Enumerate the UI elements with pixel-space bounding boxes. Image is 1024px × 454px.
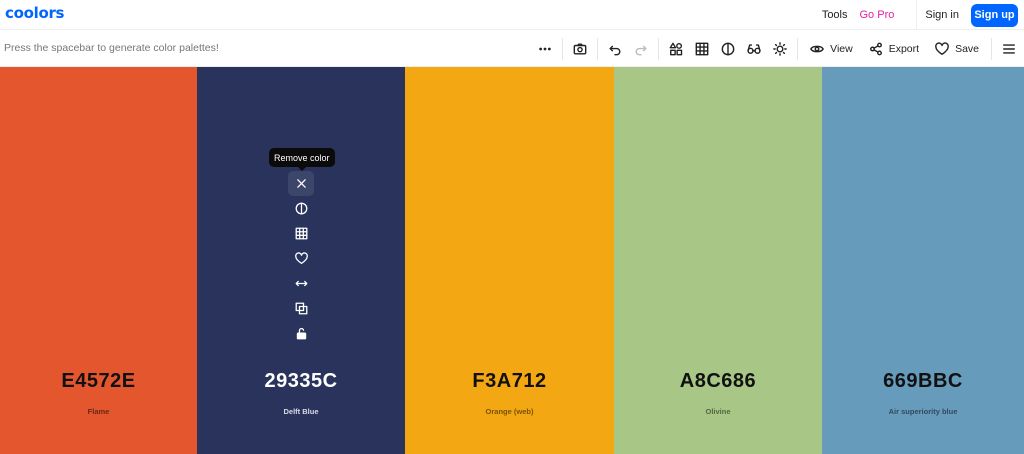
toolbar-divider — [597, 37, 599, 60]
glasses-icon — [747, 43, 761, 54]
hex-code[interactable]: F3A712 — [405, 370, 614, 393]
save-label: Save — [955, 42, 979, 55]
sign-in-link[interactable]: Sign in — [925, 9, 959, 21]
color-name[interactable]: Olivine — [614, 407, 822, 416]
save-color-button[interactable] — [288, 246, 314, 271]
drag-color-button[interactable] — [288, 271, 314, 296]
hex-code[interactable]: A8C686 — [614, 370, 822, 393]
spacebar-hint: Press the spacebar to generate color pal… — [4, 42, 219, 54]
navbar-divider — [916, 0, 918, 30]
adjust-brightness-button[interactable] — [767, 30, 793, 67]
color-name[interactable]: Delft Blue — [197, 407, 405, 416]
redo-button[interactable] — [628, 30, 654, 67]
color-palette: E4572E Flame Remove color 29335C Delft B… — [0, 67, 1024, 454]
sign-up-button[interactable]: Sign up — [971, 3, 1018, 27]
share-icon — [869, 42, 882, 55]
view-shades-button[interactable] — [288, 221, 314, 246]
color-swatch[interactable]: E4572E Flame — [0, 67, 197, 454]
toolbar-divider — [797, 37, 799, 60]
grid-icon — [695, 42, 709, 55]
grid-icon — [295, 227, 307, 240]
sun-icon — [773, 41, 787, 56]
heart-icon — [935, 41, 949, 55]
tools-link[interactable]: Tools — [816, 9, 854, 21]
toolbar-divider — [991, 37, 992, 60]
shapes-icon — [669, 42, 683, 55]
view-button[interactable]: View — [802, 30, 861, 67]
arrows-horizontal-icon — [295, 280, 307, 287]
color-blindness-button[interactable] — [741, 30, 767, 67]
grid-button[interactable] — [689, 30, 715, 67]
more-options-button[interactable] — [532, 30, 558, 67]
hex-code[interactable]: 29335C — [197, 370, 405, 393]
go-pro-link[interactable]: Go Pro — [854, 9, 901, 21]
redo-icon — [635, 45, 647, 55]
hex-code[interactable]: 669BBC — [822, 370, 1024, 393]
toolbar-divider — [562, 37, 564, 60]
color-swatch[interactable]: 669BBC Air superiority blue — [822, 67, 1024, 454]
color-swatch[interactable]: F3A712 Orange (web) — [405, 67, 614, 454]
copy-icon — [295, 302, 307, 315]
hex-code[interactable]: E4572E — [0, 370, 197, 393]
remove-color-tooltip: Remove color — [269, 148, 335, 171]
lock-color-button[interactable] — [288, 321, 314, 346]
more-icon — [539, 47, 551, 50]
palette-toolbar: Press the spacebar to generate color pal… — [0, 30, 1024, 67]
undo-button[interactable] — [602, 30, 628, 67]
color-name[interactable]: Orange (web) — [405, 407, 614, 416]
contrast-button[interactable] — [715, 30, 741, 67]
close-icon — [296, 179, 306, 188]
contrast-icon — [721, 42, 735, 55]
save-button[interactable]: Save — [927, 30, 987, 67]
undo-icon — [609, 45, 621, 55]
color-swatch[interactable]: A8C686 Olivine — [614, 67, 822, 454]
shades-button[interactable] — [288, 196, 314, 221]
camera-icon — [573, 42, 587, 55]
heart-icon — [294, 252, 308, 265]
eye-icon — [810, 45, 824, 52]
toolbar-actions: View Export Save — [532, 30, 1024, 67]
copy-hex-button[interactable] — [288, 296, 314, 321]
color-name[interactable]: Air superiority blue — [822, 407, 1024, 416]
coolors-logo[interactable]: coolors — [5, 4, 64, 22]
unlock-icon — [296, 327, 306, 340]
view-label: View — [830, 42, 853, 55]
color-swatch[interactable]: Remove color 29335C Delft Blue — [197, 67, 405, 454]
remove-color-button[interactable] — [288, 171, 314, 196]
export-button[interactable]: Export — [861, 30, 927, 67]
menu-icon — [1003, 43, 1015, 54]
contrast-icon — [295, 202, 307, 215]
color-tools-column — [288, 171, 314, 346]
color-name[interactable]: Flame — [0, 407, 197, 416]
export-label: Export — [888, 42, 920, 55]
top-navbar: coolors Tools Go Pro Sign in Sign up — [0, 0, 1024, 30]
menu-button[interactable] — [996, 30, 1024, 67]
camera-button[interactable] — [567, 30, 593, 67]
toolbar-divider — [658, 37, 660, 60]
shapes-button[interactable] — [663, 30, 689, 67]
navbar-actions: Tools Go Pro Sign in Sign up — [816, 0, 1018, 30]
